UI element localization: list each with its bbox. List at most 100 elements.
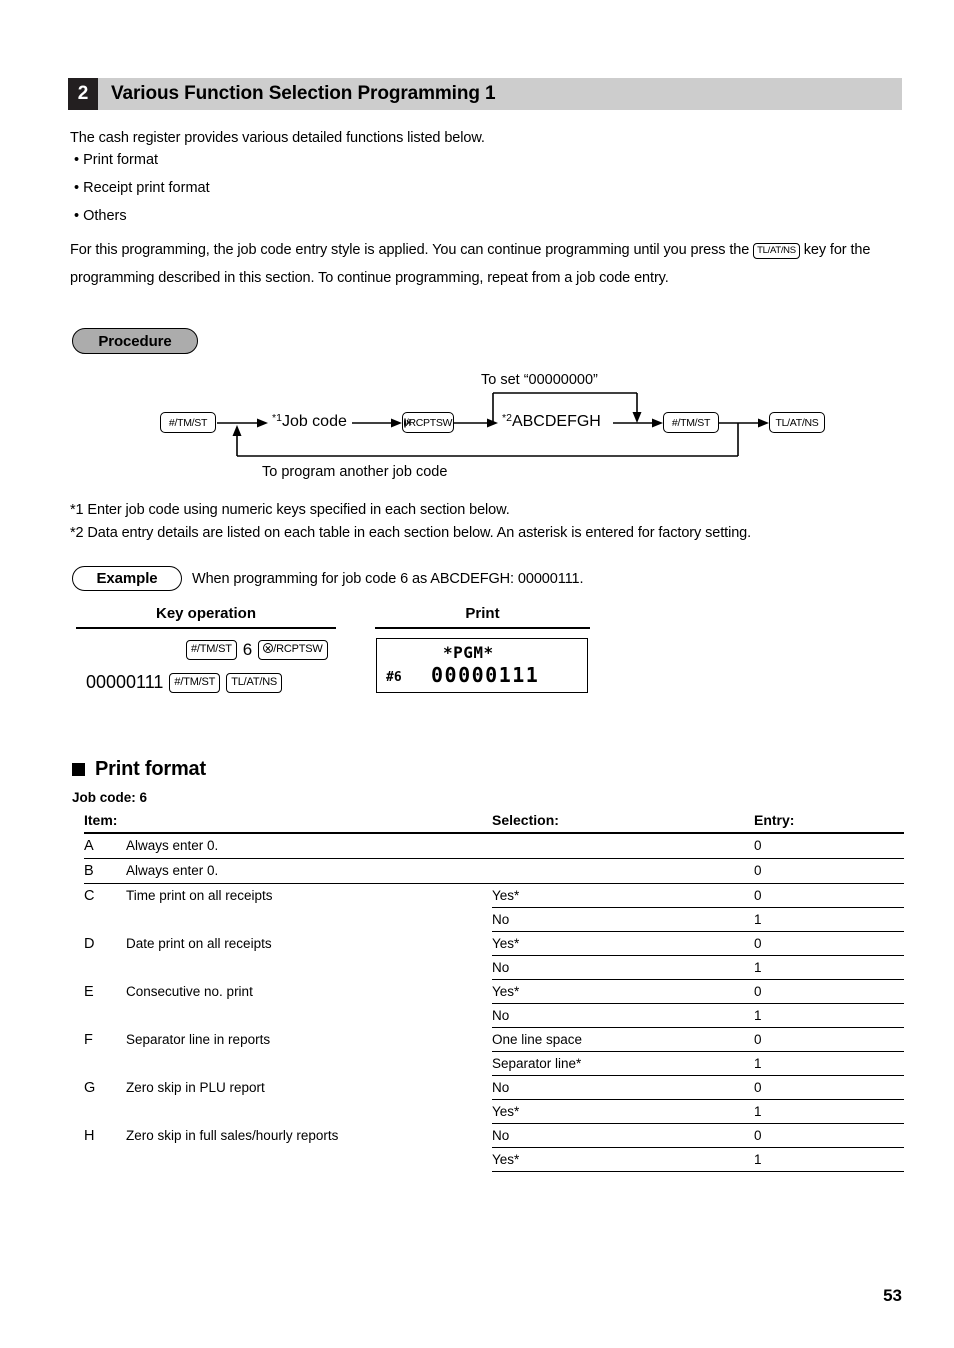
page-number: 53 (883, 1286, 902, 1305)
table-cell-entry: 0 (754, 979, 904, 1004)
table-cell-item: A (84, 833, 126, 859)
table-cell-desc: Always enter 0. (126, 858, 492, 884)
flow-key-rcptsw: /RCPTSW (402, 412, 454, 433)
table-cell-selection (492, 833, 754, 859)
table-row: H Zero skip in full sales/hourly reports… (84, 1123, 904, 1148)
table-cell-desc: Zero skip in PLU report (126, 1079, 265, 1095)
table-cell-item: C (84, 888, 95, 904)
table-cell-desc: Separator line in reports (126, 1031, 271, 1047)
table-cell-entry: 1 (754, 1003, 904, 1028)
keyop-line-1: #/TM/ST 6 /RCPTSW (186, 640, 328, 660)
flow-node-abcdefgh-sup: *2 (502, 412, 512, 424)
circled-x-icon-keyop (263, 643, 274, 653)
table-header-item: Item: (84, 812, 492, 834)
circled-x-icon (403, 417, 406, 428)
keyop-number: 00000111 (86, 672, 164, 692)
section-header: 2 Various Function Selection Programming… (68, 78, 902, 110)
table-cell-selection: Yes* (492, 1147, 754, 1172)
flow-key-tm-st-2: #/TM/ST (663, 412, 719, 433)
table-cell-entry: 1 (754, 1051, 904, 1076)
table-cell-entry: 1 (754, 907, 904, 932)
example-text: When programming for job code 6 as ABCDE… (192, 571, 584, 587)
table-cell-selection: No (492, 1075, 754, 1100)
bullet-print-format: • Print format (74, 152, 159, 168)
keyop-key-tm-st-1: #/TM/ST (186, 640, 237, 660)
column-heading-key-operation: Key operation (155, 605, 257, 622)
table-cell-entry: 0 (754, 1123, 904, 1148)
flow-node-abcdefgh: *2ABCDEFGH (502, 412, 601, 431)
table-cell-selection: No (492, 907, 754, 932)
table-cell-item: H (84, 1127, 95, 1144)
table-cell-entry: 1 (754, 1147, 904, 1172)
intro-paragraph: For this programming, the job code entry… (70, 236, 880, 292)
flow-key-tm-st-1: #/TM/ST (160, 412, 216, 433)
flow-node-job-code: *1Job code (272, 412, 347, 431)
table-cell-entry: 0 (754, 1027, 904, 1052)
table-row: G Zero skip in PLU report No 0 (84, 1075, 904, 1100)
table-cell-selection (492, 858, 754, 884)
print-receipt-value: 00000111 (431, 663, 540, 687)
table-cell-selection: One line space (492, 1027, 754, 1052)
square-bullet-icon (72, 763, 85, 776)
table-row: B Always enter 0. 0 (84, 858, 904, 884)
table-cell-entry: 1 (754, 955, 904, 980)
table-cell-selection: Yes* (492, 979, 754, 1004)
table-cell-item: E (84, 983, 94, 1000)
intro-paragraph-part1: For this programming, the job code entry… (70, 242, 750, 258)
table-cell-item: F (84, 1031, 93, 1048)
flow-node-job-code-sup: *1 (272, 412, 282, 424)
table-cell-item: D (84, 935, 95, 952)
print-underline (375, 627, 590, 629)
table-cell-desc: Always enter 0. (126, 833, 492, 859)
column-heading-print: Print (465, 605, 500, 622)
table-cell-selection: No (492, 1123, 754, 1148)
print-format-heading-text: Print format (95, 758, 206, 780)
flow-node-job-code-label: Job code (281, 413, 347, 430)
footnote-1: *1 Enter job code using numeric keys spe… (70, 502, 510, 518)
footnote-2: *2 Data entry details are listed on each… (70, 525, 752, 541)
tl-at-ns-key-inline: TL/AT/NS (753, 243, 800, 259)
table-row: D Date print on all receipts Yes* 0 (84, 931, 904, 956)
table-row: C Time print on all receipts Yes* 0 (84, 883, 904, 908)
table-cell-desc: Consecutive no. print (126, 983, 253, 999)
table-cell-item: G (84, 1079, 96, 1096)
intro-paragraph-part3: entry. (634, 270, 669, 286)
table-cell-desc: Date print on all receipts (126, 935, 272, 951)
table-header-row: Item: Selection: Entry: (84, 812, 904, 834)
flow-bottom-label: To program another job code (262, 464, 448, 480)
bullet-receipt-print-format: • Receipt print format (74, 180, 210, 196)
section-title: Various Function Selection Programming 1 (111, 83, 496, 104)
flow-key-tl-at-ns: TL/AT/NS (769, 412, 825, 433)
print-format-table: Item: Selection: Entry: A Always enter 0… (84, 812, 904, 1172)
flow-key-rcptsw-label: /RCPTSW (405, 416, 453, 429)
table-row: A Always enter 0. 0 (84, 833, 904, 859)
document-page: 2 Various Function Selection Programming… (0, 0, 954, 1348)
table-row: F Separator line in reports One line spa… (84, 1027, 904, 1052)
key-operation-underline (76, 627, 336, 629)
table-cell-entry: 1 (754, 1099, 904, 1124)
keyop-digit-6: 6 (242, 640, 253, 659)
table-row: E Consecutive no. print Yes* 0 (84, 979, 904, 1004)
table-cell-entry: 0 (754, 883, 904, 908)
table-cell-selection: Yes* (492, 931, 754, 956)
print-receipt-title: *PGM* (443, 643, 494, 662)
table-cell-entry: 0 (754, 1075, 904, 1100)
print-format-heading: Print format (72, 758, 206, 781)
table-cell-item: B (84, 858, 126, 884)
table-cell-selection: Separator line* (492, 1051, 754, 1076)
table-header-entry: Entry: (754, 812, 904, 834)
keyop-key-tl-at-ns: TL/AT/NS (226, 672, 283, 693)
table-cell-selection: No (492, 955, 754, 980)
table-cell-entry: 0 (754, 931, 904, 956)
table-cell-entry: 0 (754, 858, 904, 884)
keyop-key-rcptsw-label: /RCPTSW (273, 643, 323, 655)
bullet-others: • Others (74, 208, 127, 224)
flow-top-label: To set “00000000” (481, 372, 598, 388)
section-number: 2 (68, 78, 98, 110)
intro-lead: The cash register provides various detai… (70, 130, 485, 146)
print-receipt-code: #6 (386, 670, 402, 685)
print-format-job-code: Job code: 6 (72, 790, 148, 805)
keyop-line-2: 00000111 #/TM/ST TL/AT/NS (86, 672, 283, 693)
example-badge: Example (72, 566, 182, 591)
table-cell-selection: Yes* (492, 1099, 754, 1124)
